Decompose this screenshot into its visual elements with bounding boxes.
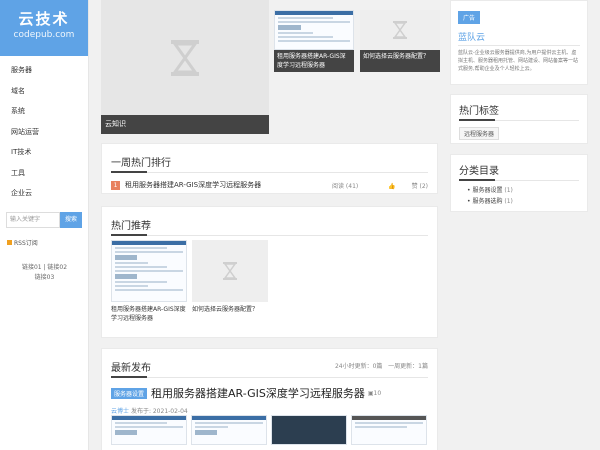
ad-title[interactable]: 蓝队云 bbox=[458, 30, 580, 46]
read-count: 阅读 (41) bbox=[332, 182, 359, 190]
hot-tags-title: 热门标签 bbox=[459, 102, 579, 121]
thumb-caption: 如何选择云服务器配置？ bbox=[360, 50, 440, 72]
hot-tags-panel: 热门标签 远程服务器 bbox=[450, 94, 588, 144]
rank-number: 1 bbox=[111, 180, 120, 190]
recommend-panel: 热门推荐 租用服务器搭建AR-GIS深度学习远程服务器 如何选择云服务器配置？ bbox=[101, 206, 438, 338]
weekly-ranking-title: 一周热门排行 bbox=[111, 154, 428, 173]
category-badge[interactable]: 服务器设置 bbox=[111, 387, 148, 399]
top-thumb-2[interactable]: 如何选择云服务器配置？ bbox=[360, 10, 440, 72]
ranking-article-title[interactable]: 租用服务器搭建AR-GIS深度学习远程服务器 bbox=[125, 180, 261, 190]
logo-title: 云技术 bbox=[18, 10, 70, 28]
recommend-title: 热门推荐 bbox=[111, 217, 428, 236]
rss-label: RSS订阅 bbox=[14, 240, 38, 247]
category-item[interactable]: • 服务器设置 (1) bbox=[467, 185, 579, 196]
article-meta: 云博士 发布于: 2021-02-04 bbox=[111, 406, 428, 415]
thumb-caption: 租用服务器搭建AR-GIS深度学习远程服务器 bbox=[274, 50, 354, 72]
thumb-image bbox=[274, 10, 354, 50]
friend-links-line1[interactable]: 链接01 | 链接02 bbox=[0, 263, 89, 273]
author-link[interactable]: 云博士 bbox=[111, 408, 129, 415]
weekly-ranking-panel: 一周热门排行 1 租用服务器搭建AR-GIS深度学习远程服务器 阅读 (41) … bbox=[101, 143, 438, 194]
image-count: ▣10 bbox=[367, 389, 382, 397]
nav-item-enterprise-cloud[interactable]: 企业云 bbox=[0, 183, 88, 204]
nav-item-tools[interactable]: 工具 bbox=[0, 163, 88, 184]
categories-title: 分类目录 bbox=[459, 162, 579, 181]
recommend-image bbox=[192, 240, 268, 302]
banner-caption: 云知识 bbox=[101, 115, 269, 134]
latest-title: 最新发布 24小时更新：0篇 一周更新：1篇 bbox=[111, 359, 428, 378]
like-count[interactable]: 👍 赞 (2) bbox=[374, 183, 428, 190]
nav-item-domain[interactable]: 域名 bbox=[0, 81, 88, 102]
friend-links-line2[interactable]: 链接03 bbox=[0, 273, 89, 283]
article-image-4[interactable] bbox=[351, 415, 427, 445]
top-thumb-1[interactable]: 租用服务器搭建AR-GIS深度学习远程服务器 bbox=[274, 10, 354, 72]
publish-date: 发布于: 2021-02-04 bbox=[130, 408, 188, 415]
thumb-image bbox=[360, 10, 440, 50]
hourglass-icon bbox=[223, 262, 237, 280]
category-item[interactable]: • 服务器选购 (1) bbox=[467, 196, 579, 207]
thumbs-up-icon: 👍 bbox=[388, 182, 396, 190]
search-button[interactable]: 搜索 bbox=[60, 212, 82, 228]
rss-icon bbox=[7, 240, 12, 245]
recommend-item-1[interactable]: 租用服务器搭建AR-GIS深度学习远程服务器 bbox=[111, 240, 187, 323]
ad-badge: 广告 bbox=[458, 11, 481, 24]
main-nav: 服务器 域名 系统 网站运营 IT技术 工具 企业云 bbox=[0, 60, 88, 204]
left-sidebar: 云技术 codepub.com 服务器 域名 系统 网站运营 IT技术 工具 企… bbox=[0, 0, 89, 450]
article-image-3[interactable] bbox=[271, 415, 347, 445]
nav-item-server[interactable]: 服务器 bbox=[0, 60, 88, 81]
friend-links: 链接01 | 链接02 链接03 bbox=[0, 263, 89, 283]
nav-item-it-tech[interactable]: IT技术 bbox=[0, 142, 88, 163]
recommend-item-title: 如何选择云服务器配置？ bbox=[192, 306, 259, 313]
categories-panel: 分类目录 • 服务器设置 (1) • 服务器选购 (1) bbox=[450, 154, 588, 212]
banner-image bbox=[101, 0, 269, 115]
rss-link[interactable]: RSS订阅 bbox=[7, 238, 38, 247]
hourglass-icon bbox=[393, 21, 407, 39]
hero-banner[interactable]: 云知识 bbox=[101, 0, 269, 134]
ranking-row[interactable]: 1 租用服务器搭建AR-GIS深度学习远程服务器 阅读 (41) 👍 赞 (2) bbox=[111, 180, 428, 190]
latest-article-title[interactable]: 租用服务器搭建AR-GIS深度学习远程服务器 bbox=[151, 385, 365, 401]
logo-subtitle: codepub.com bbox=[13, 30, 75, 40]
site-logo[interactable]: 云技术 codepub.com bbox=[0, 0, 88, 56]
update-stats: 24小时更新：0篇 一周更新：1篇 bbox=[334, 363, 428, 370]
recommend-item-2[interactable]: 如何选择云服务器配置？ bbox=[192, 240, 268, 314]
category-list: • 服务器设置 (1) • 服务器选购 (1) bbox=[459, 185, 579, 207]
hourglass-icon bbox=[171, 39, 199, 76]
article-image-1[interactable] bbox=[111, 415, 187, 445]
tag-item[interactable]: 远程服务器 bbox=[459, 127, 500, 140]
latest-article-header: 服务器设置 租用服务器搭建AR-GIS深度学习远程服务器 ▣10 bbox=[111, 385, 428, 401]
ad-description: 蓝队云-企业级云服务器提供商,为用户提供云主机、虚拟主机、服务器租用托管、网站建… bbox=[458, 50, 579, 72]
ad-panel: 广告 蓝队云 蓝队云-企业级云服务器提供商,为用户提供云主机、虚拟主机、服务器租… bbox=[450, 0, 588, 85]
article-image-2[interactable] bbox=[191, 415, 267, 445]
search-box: 输入关键字 搜索 bbox=[6, 212, 82, 228]
tag-list: 远程服务器 bbox=[459, 127, 579, 140]
ranking-meta: 阅读 (41) 👍 赞 (2) bbox=[318, 181, 428, 190]
search-input[interactable]: 输入关键字 bbox=[6, 212, 60, 228]
nav-item-operations[interactable]: 网站运营 bbox=[0, 122, 88, 143]
latest-panel: 最新发布 24小时更新：0篇 一周更新：1篇 服务器设置 租用服务器搭建AR-G… bbox=[101, 348, 438, 450]
recommend-item-title: 租用服务器搭建AR-GIS深度学习远程服务器 bbox=[111, 306, 186, 322]
nav-item-system[interactable]: 系统 bbox=[0, 101, 88, 122]
recommend-image bbox=[111, 240, 187, 302]
